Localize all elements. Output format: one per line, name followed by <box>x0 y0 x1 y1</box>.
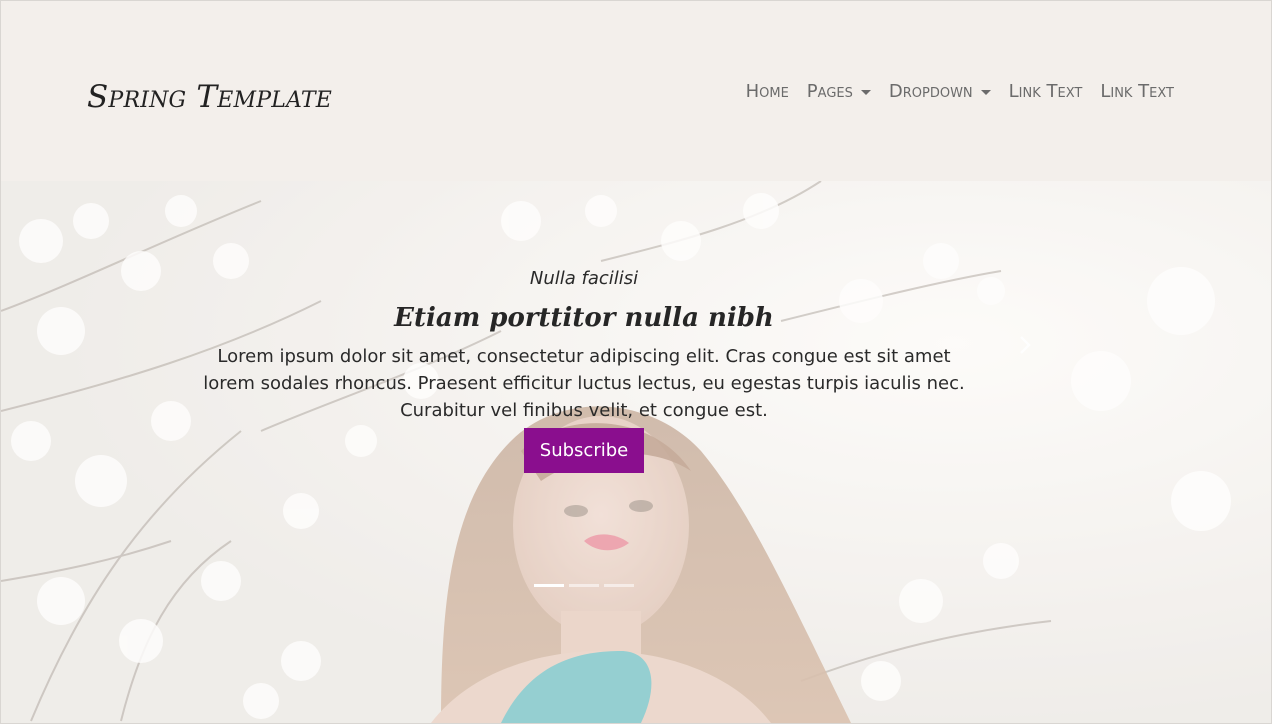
site-header: Spring Template Home Pages Dropdown Link… <box>1 1 1271 181</box>
carousel-caption: Nulla facilisi Etiam porttitor nulla nib… <box>1 267 1167 473</box>
carousel-indicators <box>534 584 634 587</box>
page: Spring Template Home Pages Dropdown Link… <box>0 0 1272 724</box>
hero-title: Etiam porttitor nulla nibh <box>394 303 774 333</box>
nav-item-label: Link Text <box>1100 81 1174 102</box>
nav-item-home[interactable]: Home <box>737 81 798 102</box>
nav-item-label: Pages <box>806 81 853 102</box>
chevron-right-icon[interactable] <box>1015 333 1035 357</box>
carousel-indicator-1[interactable] <box>534 584 564 587</box>
hero-carousel: Nulla facilisi Etiam porttitor nulla nib… <box>1 181 1271 723</box>
nav-item-label: Home <box>745 81 789 102</box>
brand-logo[interactable]: Spring Template <box>87 79 332 115</box>
hero-subtitle: Nulla facilisi <box>529 268 639 289</box>
subscribe-button[interactable]: Subscribe <box>523 428 645 473</box>
nav-item-pages[interactable]: Pages <box>798 81 880 102</box>
carousel-indicator-2[interactable] <box>569 584 599 587</box>
nav-item-link-text-2[interactable]: Link Text <box>1091 81 1183 102</box>
caret-down-icon <box>860 90 871 95</box>
hero-body-text: Lorem ipsum dolor sit amet, consectetur … <box>203 346 965 421</box>
carousel-indicator-3[interactable] <box>604 584 634 587</box>
nav-item-label: Link Text <box>1008 81 1083 102</box>
main-nav: Home Pages Dropdown Link Text Link Text <box>737 81 1183 102</box>
nav-item-label: Dropdown <box>888 81 973 102</box>
nav-item-link-text-1[interactable]: Link Text <box>1000 81 1092 102</box>
nav-item-dropdown[interactable]: Dropdown <box>880 81 1000 102</box>
caret-down-icon <box>980 90 991 95</box>
